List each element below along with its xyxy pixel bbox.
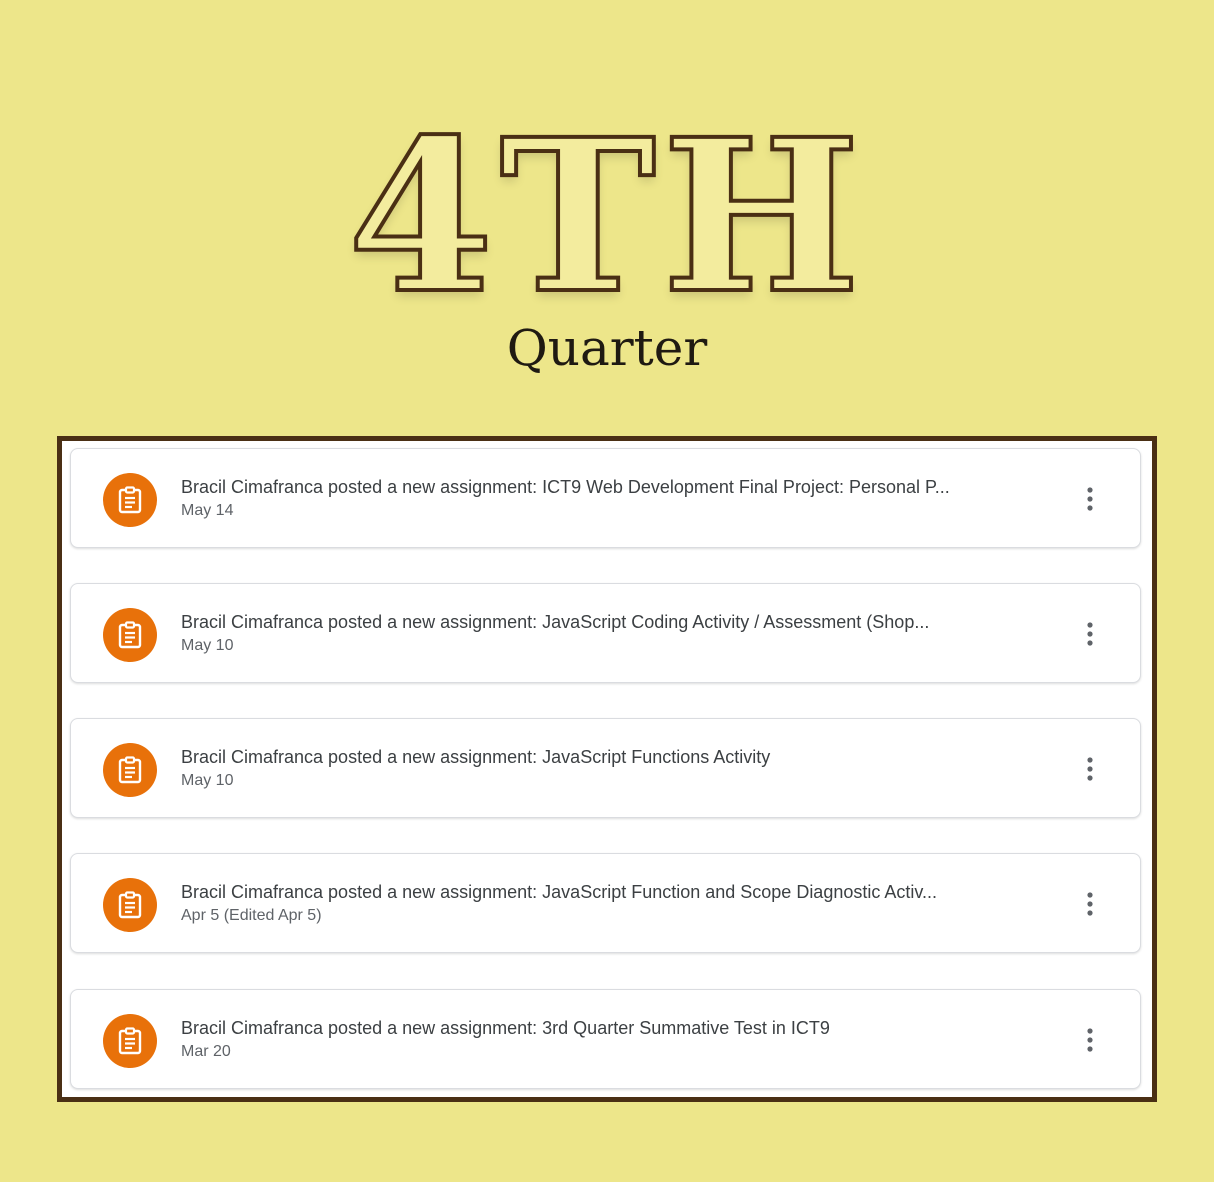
stream-item[interactable]: Bracil Cimafranca posted a new assignmen… [70,448,1141,548]
stream-item[interactable]: Bracil Cimafranca posted a new assignmen… [70,853,1141,953]
stream-item-title[interactable]: Bracil Cimafranca posted a new assignmen… [181,476,1056,498]
more-vert-icon[interactable] [1074,618,1106,650]
assignment-icon [103,608,157,662]
classroom-stream: Bracil Cimafranca posted a new assignmen… [57,436,1157,1102]
stream-item-date: May 10 [181,772,234,789]
stream-item[interactable]: Bracil Cimafranca posted a new assignmen… [70,718,1141,818]
stream-item-date: May 14 [181,502,234,519]
assignment-icon [103,1014,157,1068]
stream-item-date: May 10 [181,637,234,654]
stream-item-title[interactable]: Bracil Cimafranca posted a new assignmen… [181,611,1056,633]
stream-item-title[interactable]: Bracil Cimafranca posted a new assignmen… [181,746,1056,768]
page-title: 4TH [346,93,867,340]
stream-item-title[interactable]: Bracil Cimafranca posted a new assignmen… [181,1017,1056,1039]
stream-item-date: Apr 5 (Edited Apr 5) [181,907,322,924]
page-subtitle: Quarter [506,319,708,377]
more-vert-icon[interactable] [1074,483,1106,515]
stream-item-title[interactable]: Bracil Cimafranca posted a new assignmen… [181,881,1056,903]
more-vert-icon[interactable] [1074,1024,1106,1056]
more-vert-icon[interactable] [1074,753,1106,785]
stream-item[interactable]: Bracil Cimafranca posted a new assignmen… [70,583,1141,683]
assignment-icon [103,743,157,797]
assignment-icon [103,473,157,527]
stream-item-date: Mar 20 [181,1043,231,1060]
more-vert-icon[interactable] [1074,888,1106,920]
stream-item[interactable]: Bracil Cimafranca posted a new assignmen… [70,989,1141,1089]
assignment-icon [103,878,157,932]
